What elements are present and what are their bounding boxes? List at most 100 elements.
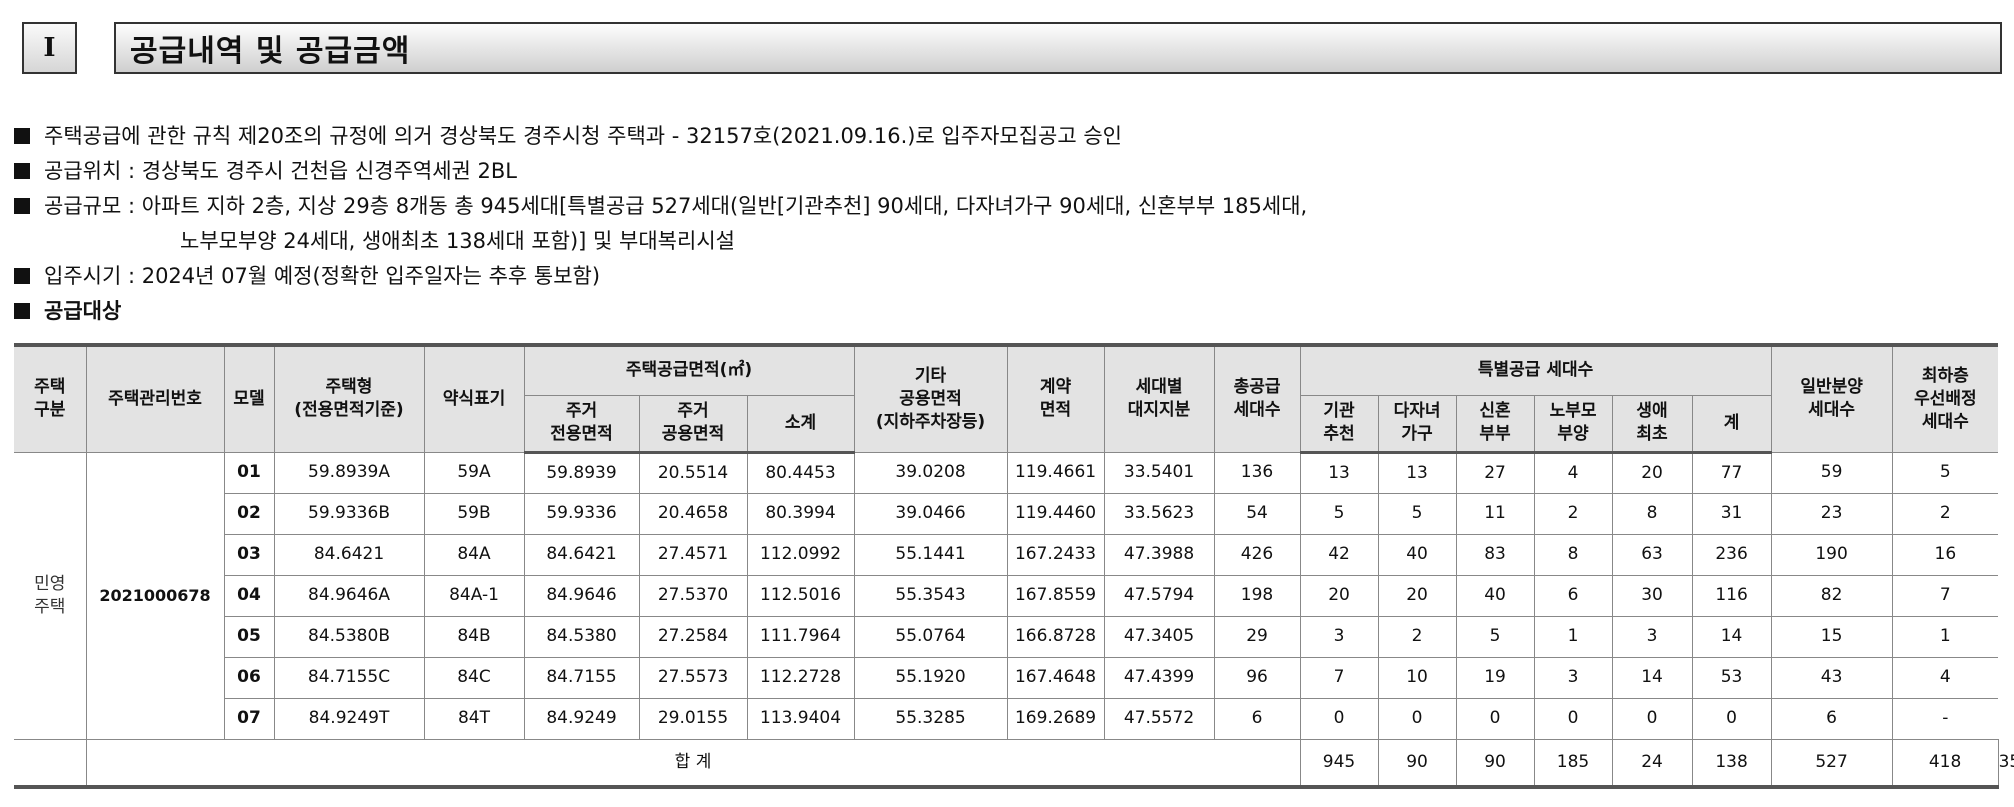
table-cell: 426 — [1213, 533, 1301, 576]
model-cell: 01 — [223, 451, 275, 494]
table-cell: 27.4571 — [638, 533, 748, 576]
header-common-area: 주거 공용면적 — [638, 394, 748, 454]
table-cell: 4 — [1891, 656, 1999, 699]
header-subtotal: 소계 — [746, 394, 855, 454]
model-cell: 06 — [224, 656, 275, 699]
table-cell: 55.1441 — [853, 533, 1008, 576]
table-cell: 6 — [1213, 697, 1301, 740]
table-cell: 27 — [1455, 451, 1535, 494]
table-cell: 2 — [1377, 615, 1457, 658]
table-cell: 20.5514 — [638, 451, 748, 494]
table-cell: 84C — [423, 656, 525, 699]
header-first-life: 생애 최초 — [1611, 394, 1693, 454]
table-cell: 20.4658 — [638, 492, 748, 535]
table-cell: 27.5370 — [638, 574, 748, 617]
table-cell: - — [1891, 697, 1999, 740]
table-cell: 236 — [1691, 533, 1772, 576]
table-cell: 23 — [1770, 492, 1893, 535]
table-cell: 59.9336 — [523, 492, 640, 535]
table-cell: 30 — [1611, 574, 1693, 617]
table-cell: 112.2728 — [746, 656, 855, 699]
table-cell: 55.0764 — [853, 615, 1008, 658]
table-cell: 33.5401 — [1103, 451, 1215, 494]
table-cell: 13 — [1377, 451, 1457, 494]
mgmt-number-cell: 2021000678 — [85, 451, 225, 740]
bullet-square-icon — [14, 128, 30, 144]
table-cell: 47.5794 — [1103, 574, 1215, 617]
table-cell: 1 — [1533, 615, 1613, 658]
table-row: 02 59.9336B 59B 59.9336 20.4658 80.3994 39.046… — [14, 492, 1999, 535]
header-abbr: 약식표기 — [423, 344, 525, 453]
table-cell: 19 — [1455, 656, 1535, 699]
section-number: I — [22, 22, 77, 74]
table-row: 06 84.7155C 84C 84.7155 27.5573 112.2728 55.19… — [14, 656, 1999, 699]
table-cell: 136 — [1213, 451, 1301, 494]
table-cell: 111.7964 — [746, 615, 855, 658]
table-cell: 84T — [423, 697, 525, 740]
header-general: 일반분양 세대수 — [1770, 344, 1893, 453]
header-exclusive-area: 주거 전용면적 — [524, 394, 640, 454]
supply-table: 주택 구분 주택관리번호 모델 주택형 (전용면적기준) 약식표기 주택공급면적… — [14, 343, 2014, 789]
table-cell: 0 — [1691, 697, 1772, 740]
table-cell: 47.3988 — [1103, 533, 1215, 576]
table-cell: 3 — [1533, 656, 1613, 699]
table-cell: 96 — [1213, 656, 1301, 699]
scale-text-cont: 노부모부양 24세대, 생애최초 138세대 포함)] 및 부대복리시설 — [180, 229, 735, 253]
table-row: 민영 주택 2021000678 01 59.8939A 59A 59.8939 20.55… — [14, 451, 1999, 740]
bullet-square-icon — [14, 268, 30, 284]
table-cell: 20 — [1299, 574, 1379, 617]
header-supply-area: 주택공급면적(㎡) — [523, 344, 855, 396]
total-cell: 527 — [1770, 738, 1893, 788]
table-cell: 31 — [1691, 492, 1772, 535]
table-cell: 47.5572 — [1103, 697, 1215, 740]
table-cell: 6 — [1533, 574, 1613, 617]
table-cell: 84A-1 — [423, 574, 525, 617]
total-row: 합 계94590901852413852741835 — [14, 738, 2014, 788]
table-cell: 59A — [423, 451, 525, 494]
table-row: 04 84.9646A 84A-1 84.9646 27.5370 112.5016 55.… — [14, 574, 1999, 617]
table-cell: 84.6421 — [523, 533, 640, 576]
table-cell: 5 — [1455, 615, 1535, 658]
table-cell: 39.0208 — [853, 451, 1008, 494]
table-cell: 84B — [423, 615, 525, 658]
table-cell: 0 — [1533, 697, 1613, 740]
table-cell: 82 — [1770, 574, 1893, 617]
table-cell: 77 — [1691, 451, 1772, 494]
table-cell: 59.9336B — [273, 492, 425, 535]
header-contract-area: 계약 면적 — [1006, 344, 1105, 453]
table-cell: 116 — [1691, 574, 1772, 617]
header-elderly: 노부모 부양 — [1533, 394, 1613, 454]
table-cell: 84A — [423, 533, 525, 576]
table-cell: 0 — [1611, 697, 1693, 740]
table-cell: 39.0466 — [853, 492, 1008, 535]
table-cell: 198 — [1213, 574, 1301, 617]
table-cell: 40 — [1455, 574, 1535, 617]
table-cell: 2 — [1533, 492, 1613, 535]
header-newlywed: 신혼 부부 — [1455, 394, 1535, 454]
table-cell: 84.9646 — [523, 574, 640, 617]
table-cell: 55.3543 — [853, 574, 1008, 617]
table-cell: 29.0155 — [638, 697, 748, 740]
table-cell: 167.4648 — [1006, 656, 1105, 699]
table-cell: 84.6421 — [273, 533, 425, 576]
table-cell: 7 — [1891, 574, 1999, 617]
table-cell: 53 — [1691, 656, 1772, 699]
total-cell: 945 — [1299, 738, 1379, 788]
table-cell: 80.4453 — [746, 451, 855, 494]
table-cell: 47.3405 — [1103, 615, 1215, 658]
table-cell: 166.8728 — [1006, 615, 1105, 658]
total-cell: 185 — [1533, 738, 1613, 788]
table-cell: 59B — [423, 492, 525, 535]
header-special-supply: 특별공급 세대수 — [1299, 344, 1772, 396]
header-multi-child: 다자녀 가구 — [1377, 394, 1457, 454]
table-cell: 0 — [1299, 697, 1379, 740]
table-cell: 119.4661 — [1006, 451, 1105, 494]
table-cell: 84.7155 — [523, 656, 640, 699]
approval-text: 주택공급에 관한 규칙 제20조의 규정에 의거 경상북도 경주시청 주택과 -… — [44, 124, 1122, 148]
model-cell: 03 — [224, 533, 275, 576]
table-cell: 16 — [1891, 533, 1999, 576]
table-cell: 4 — [1533, 451, 1613, 494]
bullet-square-icon — [14, 198, 30, 214]
table-cell: 84.7155C — [273, 656, 425, 699]
total-cell: 90 — [1377, 738, 1457, 788]
